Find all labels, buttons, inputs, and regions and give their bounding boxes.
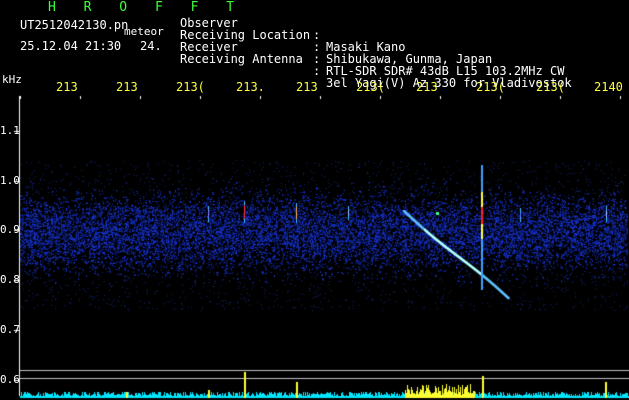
x-tick-label: 213 [416, 80, 438, 94]
x-tick-label: 213. [236, 80, 265, 94]
x-tick-label: 213 [56, 80, 78, 94]
x-tick-label: 213( [356, 80, 385, 94]
hrofft-window: { "brand": "H R O F F T", "file": { "nam… [0, 0, 629, 400]
y-tick-label: 1.1 [0, 124, 20, 137]
x-tick-label: 213 [296, 80, 318, 94]
x-tick-label: 2140 [594, 80, 623, 94]
x-tick-label: 213( [536, 80, 565, 94]
x-tick-label: 213( [176, 80, 205, 94]
header-label: Receiving Antenna [180, 52, 303, 66]
y-tick-label: 0.7 [0, 323, 20, 336]
y-axis-unit: kHz [2, 73, 22, 86]
y-tick-label: 1.0 [0, 174, 20, 187]
x-tick-label: 213 [116, 80, 138, 94]
x-tick-label: 213( [476, 80, 505, 94]
y-tick-label: 0.8 [0, 273, 20, 286]
header-colon: : [313, 64, 321, 78]
y-tick-label: 0.9 [0, 223, 20, 236]
y-tick-label: 0.6 [0, 373, 20, 386]
